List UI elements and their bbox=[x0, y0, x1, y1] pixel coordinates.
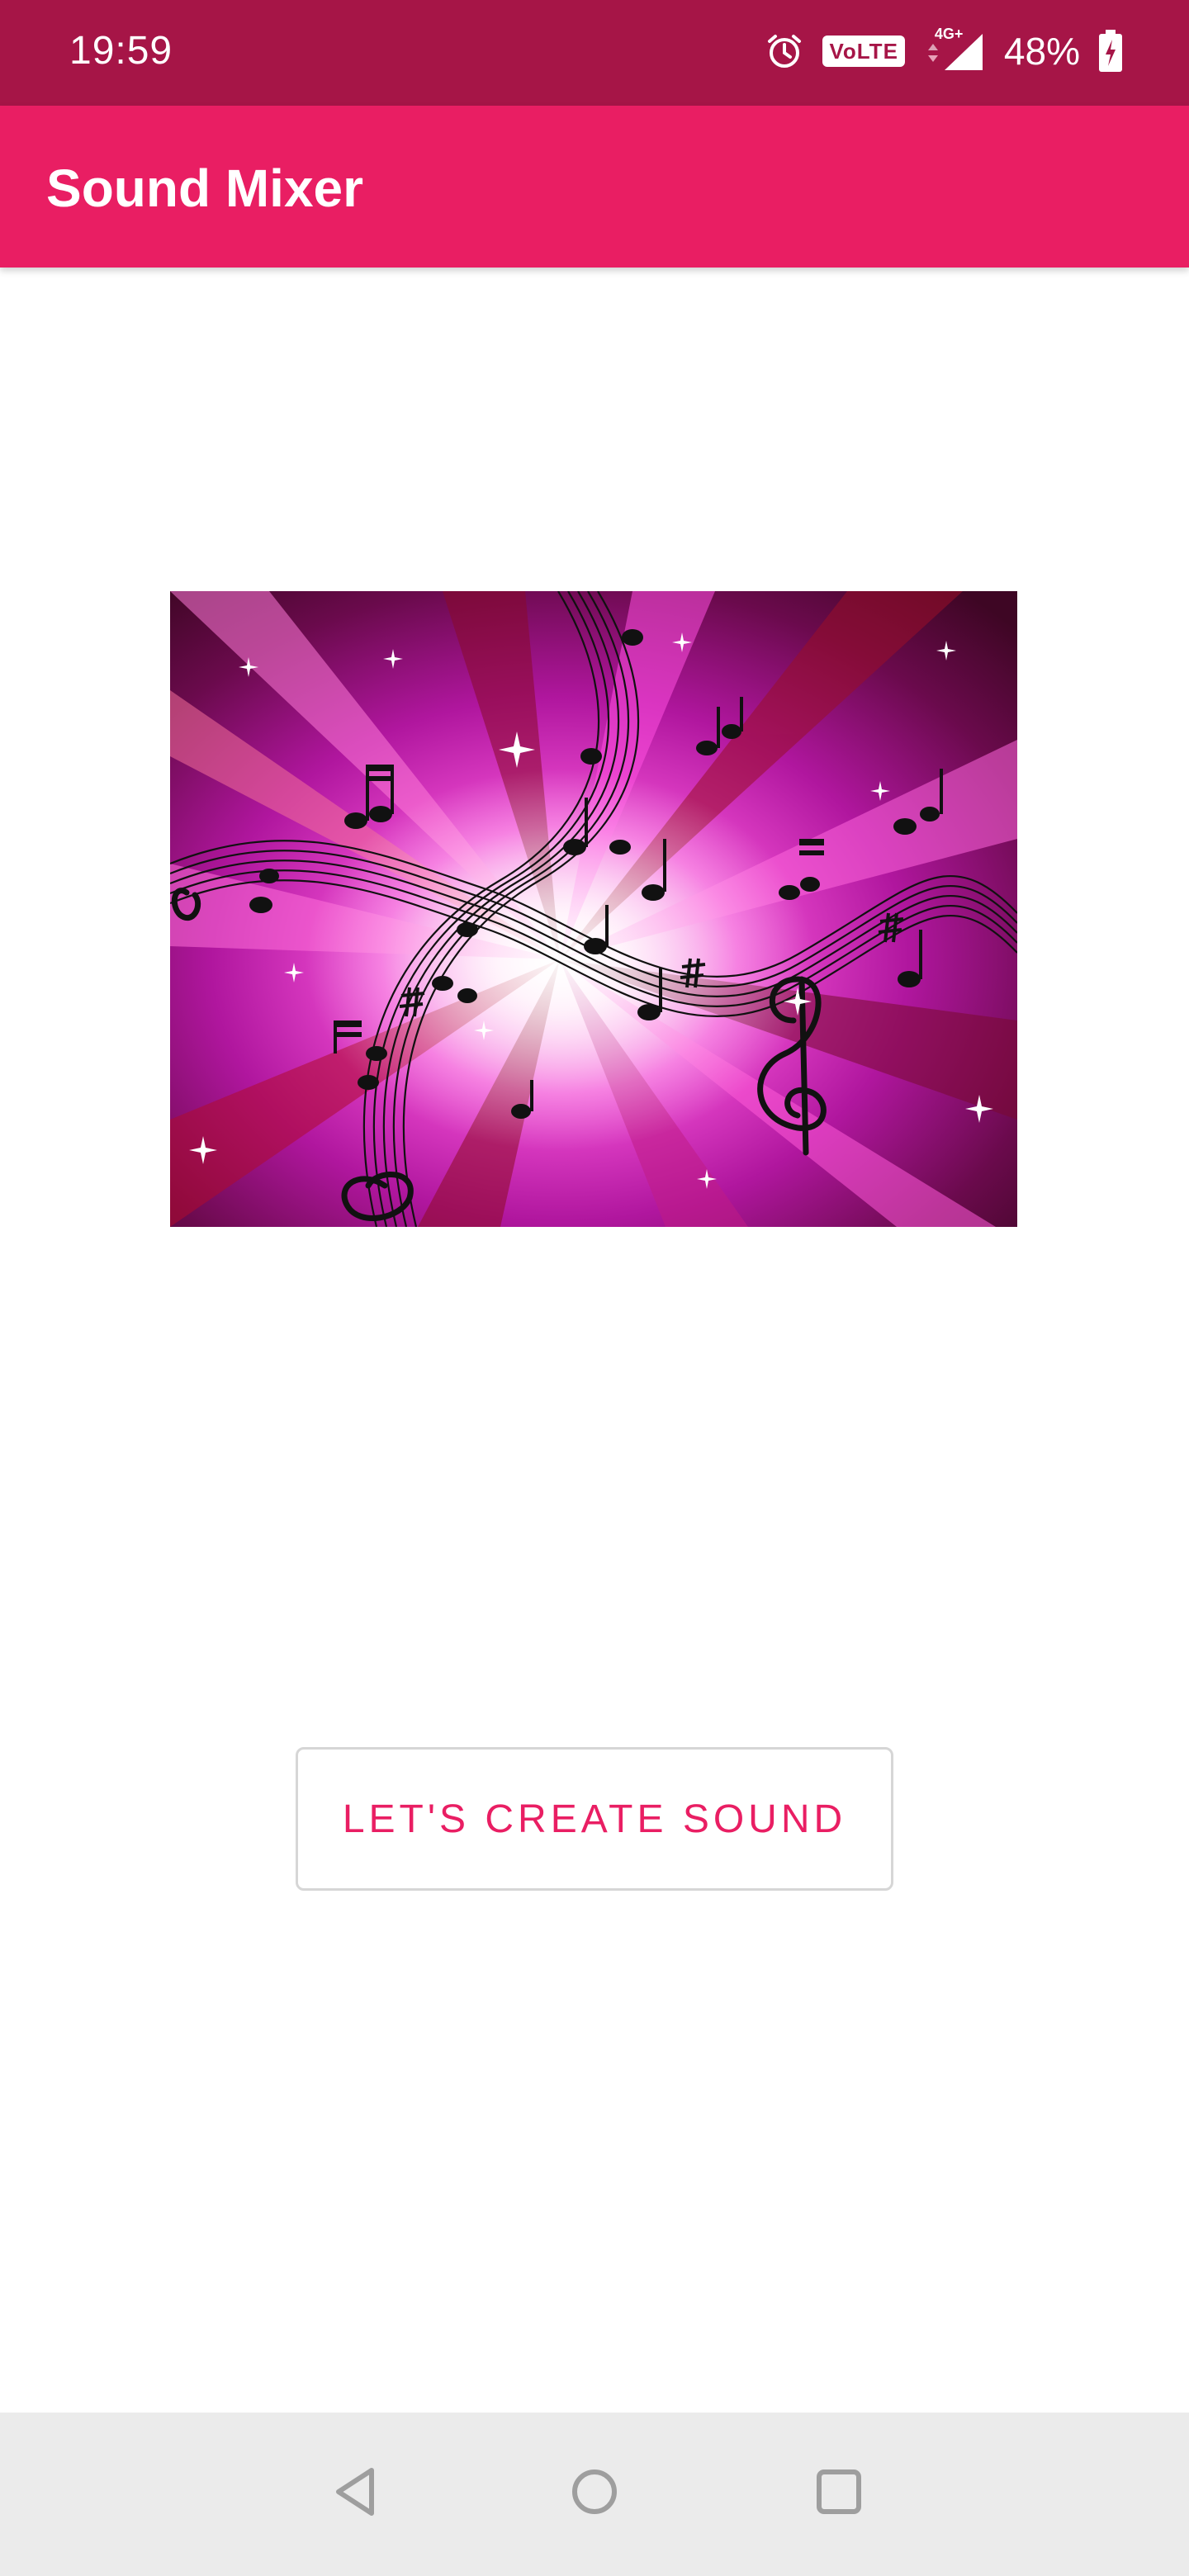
home-icon[interactable] bbox=[553, 2451, 636, 2533]
status-bar: 19:59 VoLTE 4G+ 48% bbox=[0, 0, 1189, 106]
create-sound-button[interactable]: LET'S CREATE SOUND bbox=[296, 1747, 893, 1891]
alarm-icon bbox=[765, 31, 804, 71]
network-type-label: 4G+ bbox=[934, 26, 964, 42]
signal-icon: 4G+ bbox=[923, 26, 986, 72]
volte-icon: VoLTE bbox=[822, 36, 905, 67]
status-time: 19:59 bbox=[69, 29, 173, 73]
status-icons: VoLTE 4G+ 48% bbox=[746, 25, 1123, 78]
app-title: Sound Mixer bbox=[46, 159, 364, 218]
app-bar: Sound Mixer bbox=[0, 106, 1189, 268]
back-icon[interactable] bbox=[314, 2451, 396, 2533]
navigation-bar bbox=[0, 2413, 1189, 2576]
battery-charging-icon bbox=[1098, 30, 1123, 73]
recents-icon[interactable] bbox=[798, 2451, 880, 2533]
battery-percent: 48% bbox=[1003, 30, 1080, 73]
music-notes-burst-image bbox=[170, 591, 1017, 1227]
